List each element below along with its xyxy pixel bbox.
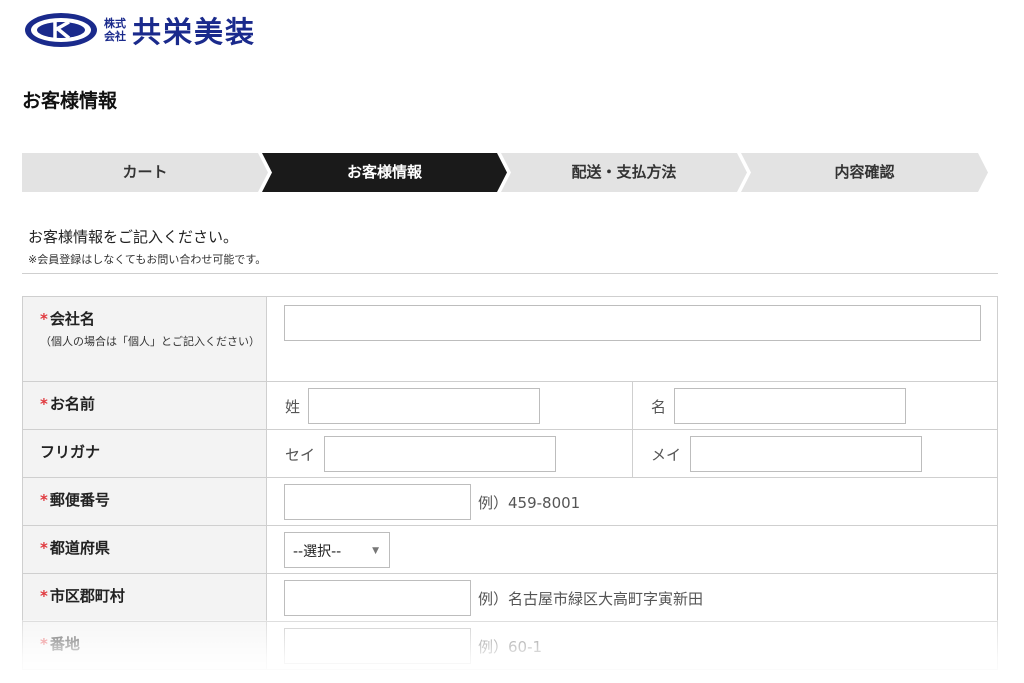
- prefecture-select[interactable]: --選択-- ▼: [284, 532, 390, 568]
- field-cell-postal: 例）459-8001: [268, 478, 997, 525]
- company-logo[interactable]: 株式 会社 共栄美装: [22, 10, 256, 50]
- checkout-steps: カート お客様情報 配送・支払方法 内容確認: [22, 153, 988, 192]
- required-mark: *: [40, 310, 48, 328]
- label-company: * 会社名: [40, 308, 266, 329]
- label-postal: * 郵便番号: [40, 489, 266, 510]
- row-street: * 番地 例）60-1: [22, 622, 998, 670]
- step-cart: カート: [122, 163, 168, 181]
- label-cell-prefecture: * 都道府県: [23, 526, 267, 573]
- row-company: * 会社名 （個人の場合は「個人」とご記入ください）: [22, 297, 998, 382]
- postal-code-example: 例）459-8001: [478, 494, 581, 512]
- field-cell-city: 例）名古屋市緑区大高町字寅新田: [268, 574, 997, 621]
- row-postal-code: * 郵便番号 例）459-8001: [22, 478, 998, 526]
- city-example: 例）名古屋市緑区大高町字寅新田: [478, 590, 704, 608]
- label-name-text: お名前: [49, 395, 95, 413]
- label-furigana: フリガナ: [40, 443, 101, 461]
- field-cell-company: [268, 297, 997, 381]
- intro-note: ※会員登録はしなくてもお問い合わせ可能です。: [28, 253, 267, 266]
- label-company-note: （個人の場合は「個人」とご記入ください）: [40, 335, 260, 348]
- last-name-kana-prefix: セイ: [285, 446, 316, 464]
- street-example: 例）60-1: [478, 638, 543, 656]
- field-cell-furigana: セイ メイ: [268, 430, 997, 477]
- label-city-text: 市区郡町村: [49, 587, 125, 605]
- required-mark: *: [40, 395, 48, 413]
- label-street-text: 番地: [49, 635, 80, 653]
- last-name-input[interactable]: [308, 388, 540, 424]
- row-city: * 市区郡町村 例）名古屋市緑区大高町字寅新田: [22, 574, 998, 622]
- postal-code-input[interactable]: [284, 484, 471, 520]
- required-mark: *: [40, 635, 48, 653]
- required-mark: *: [40, 539, 48, 557]
- label-cell-company: * 会社名 （個人の場合は「個人」とご記入ください）: [23, 297, 267, 381]
- company-name-input[interactable]: [284, 305, 981, 341]
- label-prefecture-text: 都道府県: [49, 539, 110, 557]
- city-input[interactable]: [284, 580, 471, 616]
- last-name-kana-input[interactable]: [324, 436, 556, 472]
- label-cell-city: * 市区郡町村: [23, 574, 267, 621]
- column-divider: [632, 430, 633, 477]
- logo-small-top: 株式: [104, 17, 126, 30]
- required-mark: *: [40, 491, 48, 509]
- label-cell-name: * お名前: [23, 382, 267, 429]
- logo-emblem-icon: [25, 13, 97, 47]
- column-divider: [632, 382, 633, 429]
- prefecture-selected: --選択--: [293, 544, 342, 560]
- street-input[interactable]: [284, 628, 471, 664]
- last-name-prefix: 姓: [285, 398, 301, 416]
- label-city: * 市区郡町村: [40, 585, 266, 606]
- first-name-input[interactable]: [674, 388, 906, 424]
- step-confirm: 内容確認: [834, 163, 895, 181]
- row-name: * お名前 姓 名: [22, 382, 998, 430]
- first-name-prefix: 名: [651, 398, 667, 416]
- logo-company-name: 共栄美装: [132, 15, 257, 49]
- label-company-text: 会社名: [49, 310, 95, 328]
- field-cell-name: 姓 名: [268, 382, 997, 429]
- page-title: お客様情報: [22, 90, 118, 112]
- logo-small-bottom: 会社: [104, 30, 126, 43]
- dropdown-arrow-icon: ▼: [372, 546, 379, 556]
- first-name-kana-prefix: メイ: [651, 446, 682, 464]
- label-postal-text: 郵便番号: [49, 491, 110, 509]
- field-cell-street: 例）60-1: [268, 622, 997, 669]
- step-shipping-payment: 配送・支払方法: [571, 163, 677, 181]
- label-name: * お名前: [40, 393, 266, 414]
- step-customer-info: お客様情報: [346, 163, 422, 181]
- first-name-kana-input[interactable]: [690, 436, 922, 472]
- logo-company-type: 株式 会社: [104, 17, 126, 43]
- field-cell-prefecture: --選択-- ▼: [268, 526, 997, 573]
- label-cell-postal: * 郵便番号: [23, 478, 267, 525]
- row-furigana: フリガナ セイ メイ: [22, 430, 998, 478]
- label-street: * 番地: [40, 633, 266, 654]
- label-prefecture: * 都道府県: [40, 537, 266, 558]
- intro-text: お客様情報をご記入ください。: [28, 228, 239, 246]
- row-prefecture: * 都道府県 --選択-- ▼: [22, 526, 998, 574]
- required-mark: *: [40, 587, 48, 605]
- customer-info-form: * 会社名 （個人の場合は「個人」とご記入ください） * お名前 姓 名 フリガナ …: [22, 296, 998, 670]
- label-cell-street: * 番地: [23, 622, 267, 669]
- section-divider: [22, 273, 998, 274]
- label-cell-furigana: フリガナ: [23, 430, 267, 477]
